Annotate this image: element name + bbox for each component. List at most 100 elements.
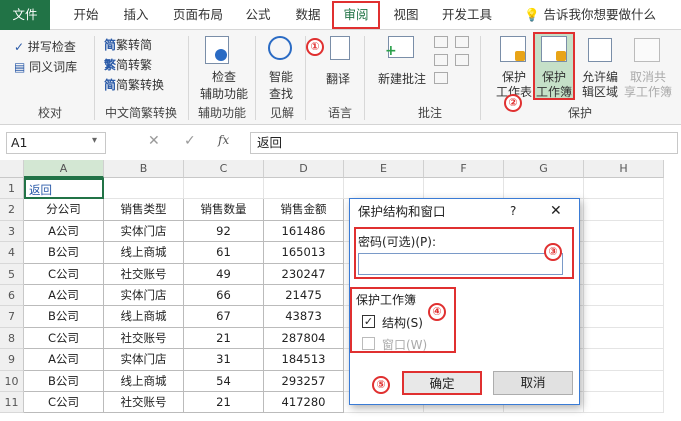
- table-cell[interactable]: 54: [184, 370, 264, 392]
- table-cell[interactable]: [584, 392, 664, 414]
- tab-home[interactable]: 开始: [64, 0, 108, 30]
- ok-button[interactable]: 确定: [402, 371, 482, 395]
- windows-checkbox[interactable]: [362, 337, 375, 350]
- table-cell[interactable]: [504, 178, 584, 200]
- table-cell[interactable]: 161486: [264, 220, 344, 243]
- column-header[interactable]: C: [184, 160, 264, 178]
- table-cell[interactable]: 实体门店: [104, 349, 184, 371]
- tab-formulas[interactable]: 公式: [238, 0, 278, 30]
- check-accessibility-button[interactable]: 检查 辅助功能: [200, 68, 248, 102]
- table-cell[interactable]: 社交账号: [104, 327, 184, 350]
- table-cell[interactable]: A公司: [24, 349, 104, 371]
- protect-workbook-button[interactable]: 保护 工作簿: [534, 70, 574, 100]
- table-cell[interactable]: [584, 306, 664, 328]
- column-header[interactable]: G: [504, 160, 584, 178]
- column-header[interactable]: D: [264, 160, 344, 178]
- row-header[interactable]: 4: [0, 242, 24, 264]
- row-header[interactable]: 1: [0, 178, 24, 200]
- row-header[interactable]: 5: [0, 263, 24, 285]
- tab-review[interactable]: 审阅: [332, 1, 380, 29]
- to-traditional-button[interactable]: 繁简转繁: [104, 56, 152, 73]
- table-cell[interactable]: [584, 327, 664, 350]
- password-input[interactable]: [358, 253, 563, 275]
- tell-me-search[interactable]: 💡 告诉我你想要做什么: [510, 0, 670, 30]
- cancel-button[interactable]: 取消: [493, 371, 573, 395]
- table-cell[interactable]: 社交账号: [104, 263, 184, 285]
- table-cell[interactable]: 销售数量: [184, 199, 264, 221]
- new-comment-button[interactable]: 新建批注: [378, 70, 426, 87]
- tab-data[interactable]: 数据: [286, 0, 330, 30]
- column-header[interactable]: A: [24, 160, 104, 178]
- allow-edit-ranges-button[interactable]: 允许编 辑区域: [580, 70, 620, 100]
- table-cell[interactable]: [584, 285, 664, 307]
- table-cell[interactable]: 43873: [264, 306, 344, 328]
- table-cell[interactable]: [584, 370, 664, 392]
- table-cell[interactable]: 销售金额: [264, 199, 344, 221]
- column-header[interactable]: F: [424, 160, 504, 178]
- column-header[interactable]: B: [104, 160, 184, 178]
- translate-button[interactable]: 翻译: [326, 70, 350, 87]
- table-cell[interactable]: 287804: [264, 327, 344, 350]
- table-cell[interactable]: [424, 178, 504, 200]
- smart-lookup-button[interactable]: 智能 查找: [264, 68, 298, 102]
- table-cell[interactable]: 66: [184, 285, 264, 307]
- spell-check-button[interactable]: ✓ 拼写检查: [14, 38, 76, 55]
- table-cell[interactable]: [344, 178, 424, 200]
- tab-page-layout[interactable]: 页面布局: [164, 0, 232, 30]
- table-cell[interactable]: C公司: [24, 263, 104, 285]
- table-cell[interactable]: 165013: [264, 242, 344, 264]
- table-cell[interactable]: 返回: [24, 178, 104, 200]
- table-cell[interactable]: [584, 220, 664, 243]
- table-cell[interactable]: 社交账号: [104, 392, 184, 414]
- table-cell[interactable]: 21: [184, 327, 264, 350]
- table-cell[interactable]: [584, 199, 664, 221]
- next-comment-icon[interactable]: [455, 36, 469, 48]
- table-cell[interactable]: [584, 349, 664, 371]
- row-header[interactable]: 6: [0, 285, 24, 307]
- table-cell[interactable]: 实体门店: [104, 220, 184, 243]
- table-cell[interactable]: A公司: [24, 285, 104, 307]
- tab-file[interactable]: 文件: [0, 0, 50, 30]
- thesaurus-button[interactable]: ▤ 同义词库: [14, 58, 77, 75]
- row-header[interactable]: 10: [0, 370, 24, 392]
- table-cell[interactable]: 实体门店: [104, 285, 184, 307]
- table-cell[interactable]: 230247: [264, 263, 344, 285]
- table-cell[interactable]: 销售类型: [104, 199, 184, 221]
- table-cell[interactable]: 线上商城: [104, 306, 184, 328]
- convert-button[interactable]: 简简繁转换: [104, 76, 164, 93]
- enter-icon[interactable]: ✓: [184, 133, 196, 149]
- table-cell[interactable]: [584, 263, 664, 285]
- table-cell[interactable]: 92: [184, 220, 264, 243]
- delete-comment-icon[interactable]: [434, 54, 448, 66]
- row-header[interactable]: 7: [0, 306, 24, 328]
- name-box[interactable]: A1: [6, 132, 106, 154]
- table-cell[interactable]: [184, 178, 264, 200]
- table-cell[interactable]: 417280: [264, 392, 344, 414]
- table-cell[interactable]: C公司: [24, 327, 104, 350]
- table-cell[interactable]: 184513: [264, 349, 344, 371]
- table-cell[interactable]: C公司: [24, 392, 104, 414]
- column-header[interactable]: E: [344, 160, 424, 178]
- table-cell[interactable]: 21: [184, 392, 264, 414]
- table-cell[interactable]: 61: [184, 242, 264, 264]
- show-all-comments-icon[interactable]: [434, 72, 448, 84]
- table-cell[interactable]: [104, 178, 184, 200]
- formula-input[interactable]: 返回: [250, 132, 678, 154]
- structure-checkbox[interactable]: ✓: [362, 315, 375, 328]
- table-cell[interactable]: B公司: [24, 242, 104, 264]
- table-cell[interactable]: 线上商城: [104, 370, 184, 392]
- table-cell[interactable]: 分公司: [24, 199, 104, 221]
- table-cell[interactable]: B公司: [24, 306, 104, 328]
- table-cell[interactable]: 67: [184, 306, 264, 328]
- table-cell[interactable]: 31: [184, 349, 264, 371]
- row-header[interactable]: 9: [0, 349, 24, 371]
- close-icon[interactable]: ✕: [550, 203, 562, 219]
- table-cell[interactable]: [584, 178, 664, 200]
- table-cell[interactable]: [584, 242, 664, 264]
- help-button[interactable]: ?: [510, 204, 516, 218]
- table-cell[interactable]: 49: [184, 263, 264, 285]
- select-all-corner[interactable]: [0, 160, 24, 178]
- insert-function-icon[interactable]: fx: [218, 133, 229, 147]
- table-cell[interactable]: [264, 178, 344, 200]
- show-comment-icon[interactable]: [455, 54, 469, 66]
